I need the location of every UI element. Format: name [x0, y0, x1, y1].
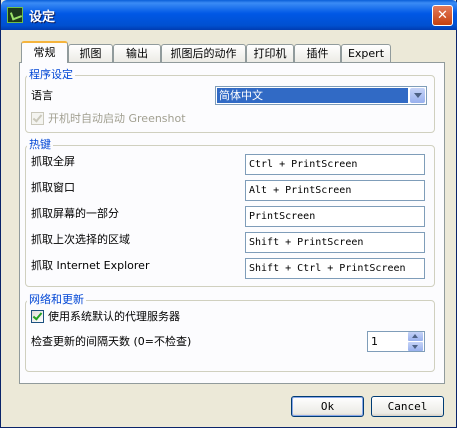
hotkey-label-last-region: 抓取上次选择的区域 — [31, 233, 130, 246]
tab-expert[interactable]: Expert — [341, 44, 391, 62]
autostart-label: 开机时自动启动 Greenshot — [48, 112, 186, 125]
tab-general[interactable]: 常规 — [21, 41, 68, 63]
tab-printer[interactable]: 打印机 — [246, 44, 294, 62]
proxy-checkbox[interactable] — [31, 310, 44, 323]
tab-label: Expert — [347, 47, 385, 60]
close-icon: ✕ — [437, 8, 448, 23]
tab-label: 抓图 — [79, 47, 102, 60]
tab-post-capture-actions[interactable]: 抓图后的动作 — [161, 44, 246, 62]
hotkey-label-fullscreen: 抓取全屏 — [31, 155, 75, 168]
hotkey-field-last-region[interactable]: Shift + PrintScreen — [245, 232, 425, 253]
program-settings-title: 程序设定 — [27, 68, 75, 81]
update-interval-value: 1 — [371, 335, 378, 348]
close-button[interactable]: ✕ — [432, 5, 453, 26]
window-title: 设定 — [29, 10, 56, 25]
hotkey-label-ie: 抓取 Internet Explorer — [31, 259, 150, 272]
update-interval-stepper[interactable]: 1 — [367, 331, 425, 352]
cancel-button[interactable]: Cancel — [371, 396, 444, 417]
hotkey-field-region[interactable]: PrintScreen — [245, 206, 425, 227]
title-bar[interactable]: 设定 ✕ — [1, 0, 457, 30]
settings-window: 设定 ✕ 常规 抓图 输出 抓图后的动作 打印机 插件 Expert 程序设定 … — [0, 0, 457, 428]
tab-label: 打印机 — [253, 47, 287, 60]
tab-plugins[interactable]: 插件 — [294, 44, 341, 62]
network-title: 网络和更新 — [27, 293, 86, 306]
chevron-down-icon[interactable] — [410, 88, 425, 103]
proxy-label: 使用系统默认的代理服务器 — [48, 310, 180, 323]
update-interval-label: 检查更新的间隔天数 (0=不检查) — [31, 335, 192, 348]
hotkey-field-fullscreen[interactable]: Ctrl + PrintScreen — [245, 154, 425, 175]
language-label: 语言 — [31, 89, 53, 102]
tab-label: 插件 — [306, 47, 329, 60]
ok-button[interactable]: Ok — [291, 396, 364, 417]
tab-label: 抓图后的动作 — [170, 47, 237, 60]
hotkeys-title: 热键 — [27, 138, 53, 151]
app-icon — [7, 7, 23, 23]
tab-output[interactable]: 输出 — [113, 44, 161, 62]
chevron-down-icon[interactable] — [408, 342, 423, 351]
hotkey-label-region: 抓取屏幕的一部分 — [31, 207, 119, 220]
hotkey-field-window[interactable]: Alt + PrintScreen — [245, 180, 425, 201]
language-select[interactable]: 简体中文 — [215, 86, 427, 105]
tab-label: 输出 — [126, 47, 148, 60]
autostart-checkbox[interactable] — [31, 112, 44, 125]
hotkey-field-ie[interactable]: Shift + Ctrl + PrintScreen — [245, 258, 425, 279]
tab-label: 常规 — [33, 46, 56, 59]
chevron-up-icon[interactable] — [408, 332, 423, 341]
tab-capture[interactable]: 抓图 — [68, 44, 113, 62]
language-selected-value: 简体中文 — [217, 88, 408, 103]
hotkey-label-window: 抓取窗口 — [31, 181, 75, 194]
